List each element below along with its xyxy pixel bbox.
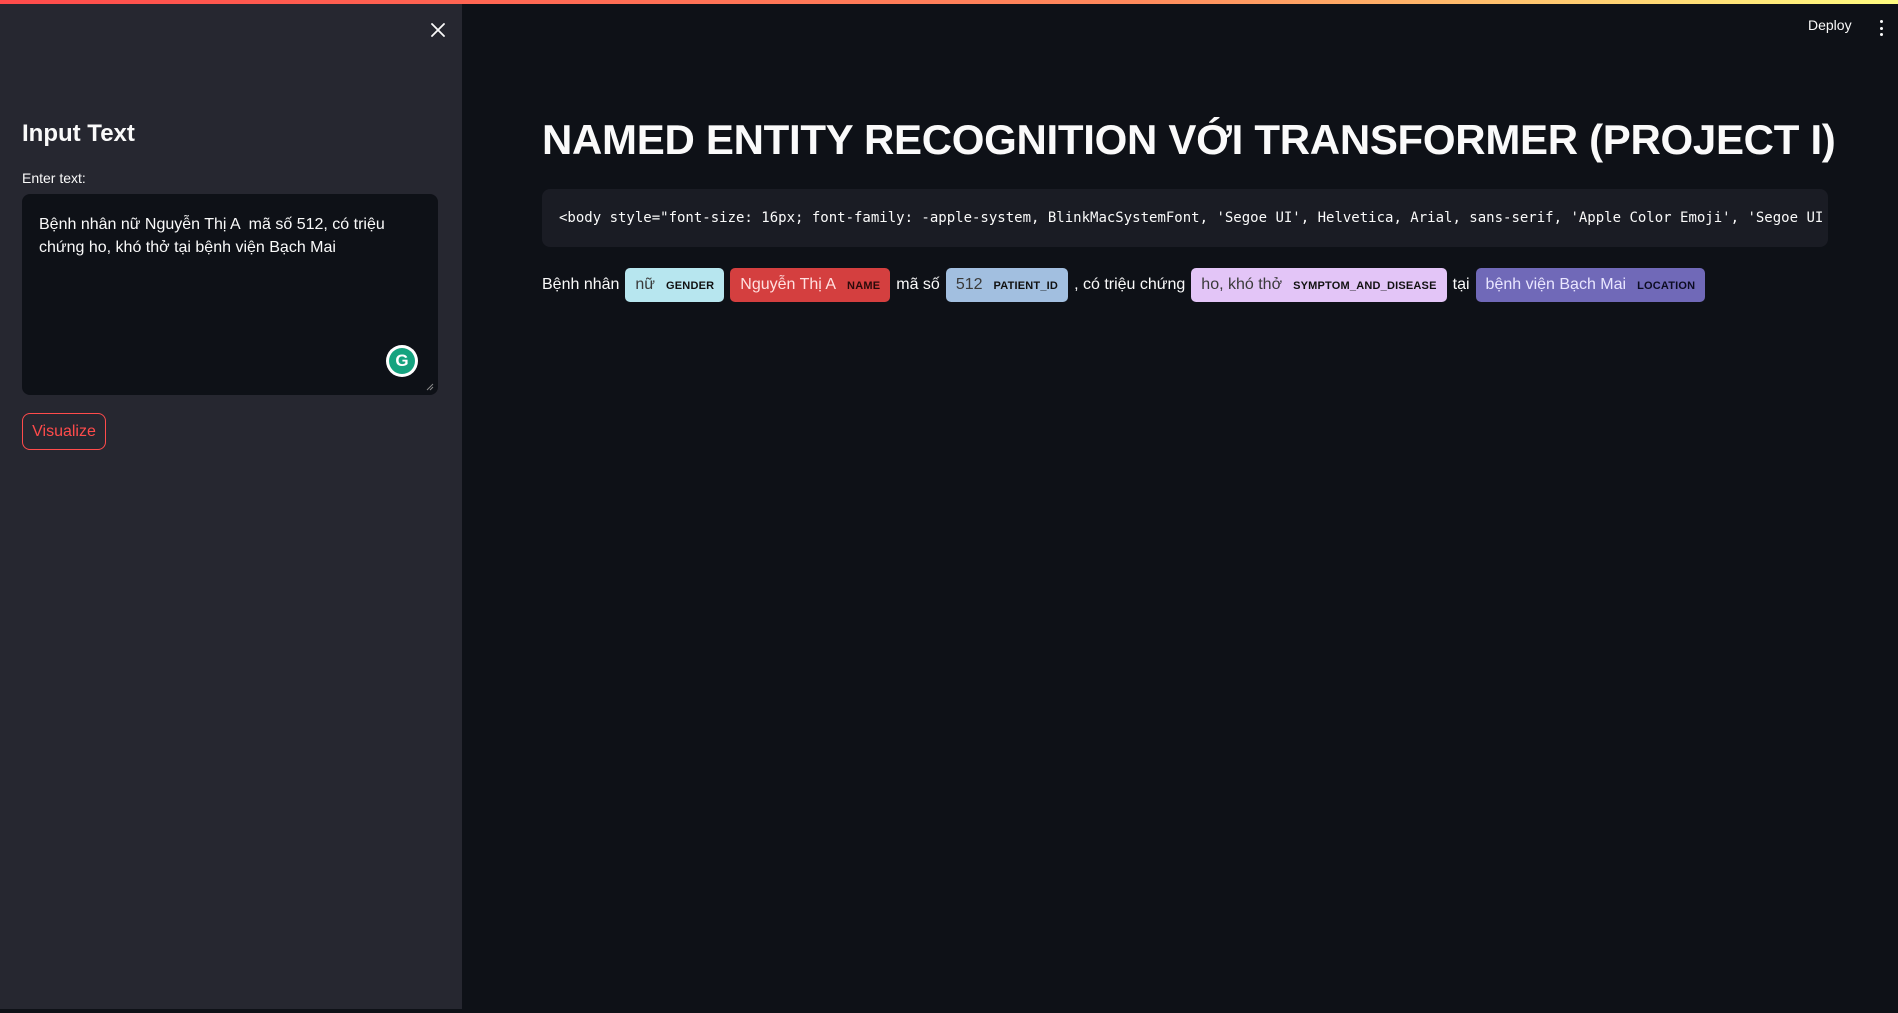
- text-input-label: Enter text:: [22, 170, 86, 186]
- close-icon: [431, 23, 445, 37]
- code-block: <body style="font-size: 16px; font-famil…: [542, 189, 1828, 247]
- kebab-menu-icon[interactable]: [1878, 20, 1884, 36]
- sidebar-header: Input Text: [22, 120, 135, 147]
- entity-text: bệnh viện Bạch Mai: [1485, 275, 1627, 293]
- top-decoration-bar: [0, 0, 1898, 4]
- kebab-dot: [1879, 20, 1883, 23]
- entity-label: PATIENT_ID: [993, 280, 1059, 292]
- text-input-container: Bệnh nhân nữ Nguyễn Thị A mã số 512, có …: [22, 194, 438, 395]
- entity-label: LOCATION: [1637, 280, 1696, 292]
- ner-visualization: Bệnh nhân nữ GENDER Nguyễn Thị A NAME mã…: [542, 267, 1711, 302]
- text-input-area[interactable]: Bệnh nhân nữ Nguyễn Thị A mã số 512, có …: [23, 195, 437, 394]
- plain-text: tại: [1452, 275, 1470, 293]
- entity-location: bệnh viện Bạch Mai LOCATION: [1475, 267, 1706, 302]
- plain-text: mã số: [896, 275, 940, 293]
- code-line: <body style="font-size: 16px; font-famil…: [559, 210, 1828, 226]
- entity-symptom: ho, khó thở SYMPTOM_AND_DISEASE: [1191, 267, 1447, 302]
- grammarly-badge: G: [389, 348, 415, 374]
- entity-label: NAME: [847, 280, 881, 292]
- grammarly-icon[interactable]: G: [386, 345, 418, 377]
- entity-text: nữ: [635, 275, 656, 293]
- entity-patient-id: 512 PATIENT_ID: [945, 267, 1069, 302]
- sidebar: Input Text Enter text: Bệnh nhân nữ Nguy…: [0, 0, 462, 1009]
- plain-text: Bệnh nhân: [542, 275, 620, 293]
- entity-gender: nữ GENDER: [625, 267, 725, 302]
- visualize-button[interactable]: Visualize: [22, 413, 106, 450]
- entity-text: 512: [955, 275, 983, 293]
- entity-text: ho, khó thở: [1201, 275, 1283, 293]
- entity-label: GENDER: [666, 280, 715, 292]
- resize-handle-icon[interactable]: [426, 383, 434, 391]
- entity-name: Nguyễn Thị A NAME: [730, 267, 891, 302]
- entity-label: SYMPTOM_AND_DISEASE: [1293, 280, 1437, 292]
- plain-text: , có triệu chứng: [1074, 275, 1186, 293]
- entity-text: Nguyễn Thị A: [740, 275, 837, 293]
- kebab-dot: [1879, 33, 1883, 36]
- page-title: NAMED ENTITY RECOGNITION VỚI TRANSFORMER…: [542, 116, 1836, 163]
- kebab-dot: [1879, 26, 1883, 30]
- deploy-button[interactable]: Deploy: [1808, 17, 1852, 33]
- close-sidebar-button[interactable]: [424, 16, 452, 44]
